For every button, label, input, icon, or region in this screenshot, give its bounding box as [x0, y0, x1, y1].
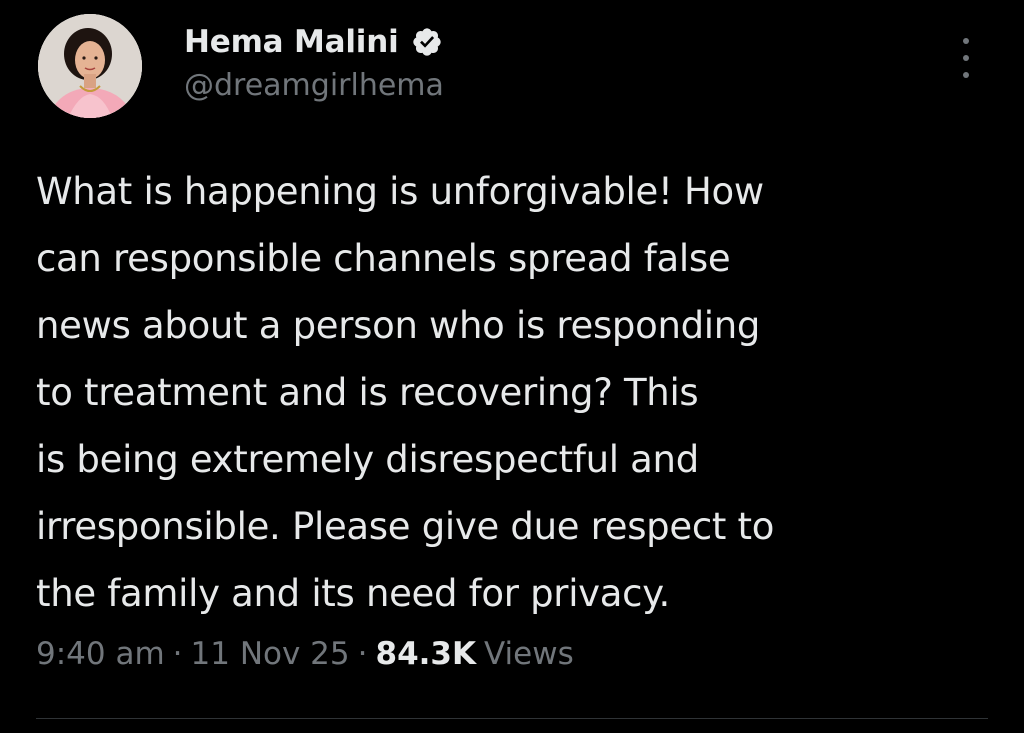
views-count: 84.3K [375, 636, 477, 672]
author-name-row: Hema Malini [184, 20, 443, 64]
author-avatar[interactable] [38, 14, 142, 118]
tweet-meta: 9:40 am · 11 Nov 25 · 84.3K Views [36, 636, 574, 672]
author-handle[interactable]: @dreamgirlhema [184, 68, 444, 103]
verified-badge-icon [411, 26, 443, 58]
tweet-text: What is happening is unforgivable! How c… [36, 170, 775, 615]
author-display-name[interactable]: Hema Malini [184, 24, 399, 60]
more-dot [963, 38, 969, 44]
profile-photo-icon [38, 14, 142, 118]
more-dot [963, 55, 969, 61]
more-dot [963, 72, 969, 78]
meta-separator: · [357, 636, 368, 672]
tweet-date[interactable]: 11 Nov 25 [191, 636, 350, 672]
tweet-time[interactable]: 9:40 am [36, 636, 165, 672]
more-options-icon[interactable] [954, 38, 978, 78]
views-label: Views [484, 636, 574, 672]
divider [36, 718, 988, 719]
tweet-card[interactable]: Hema Malini @dreamgirlhema What is happe… [0, 0, 1024, 733]
meta-separator: · [172, 636, 183, 672]
